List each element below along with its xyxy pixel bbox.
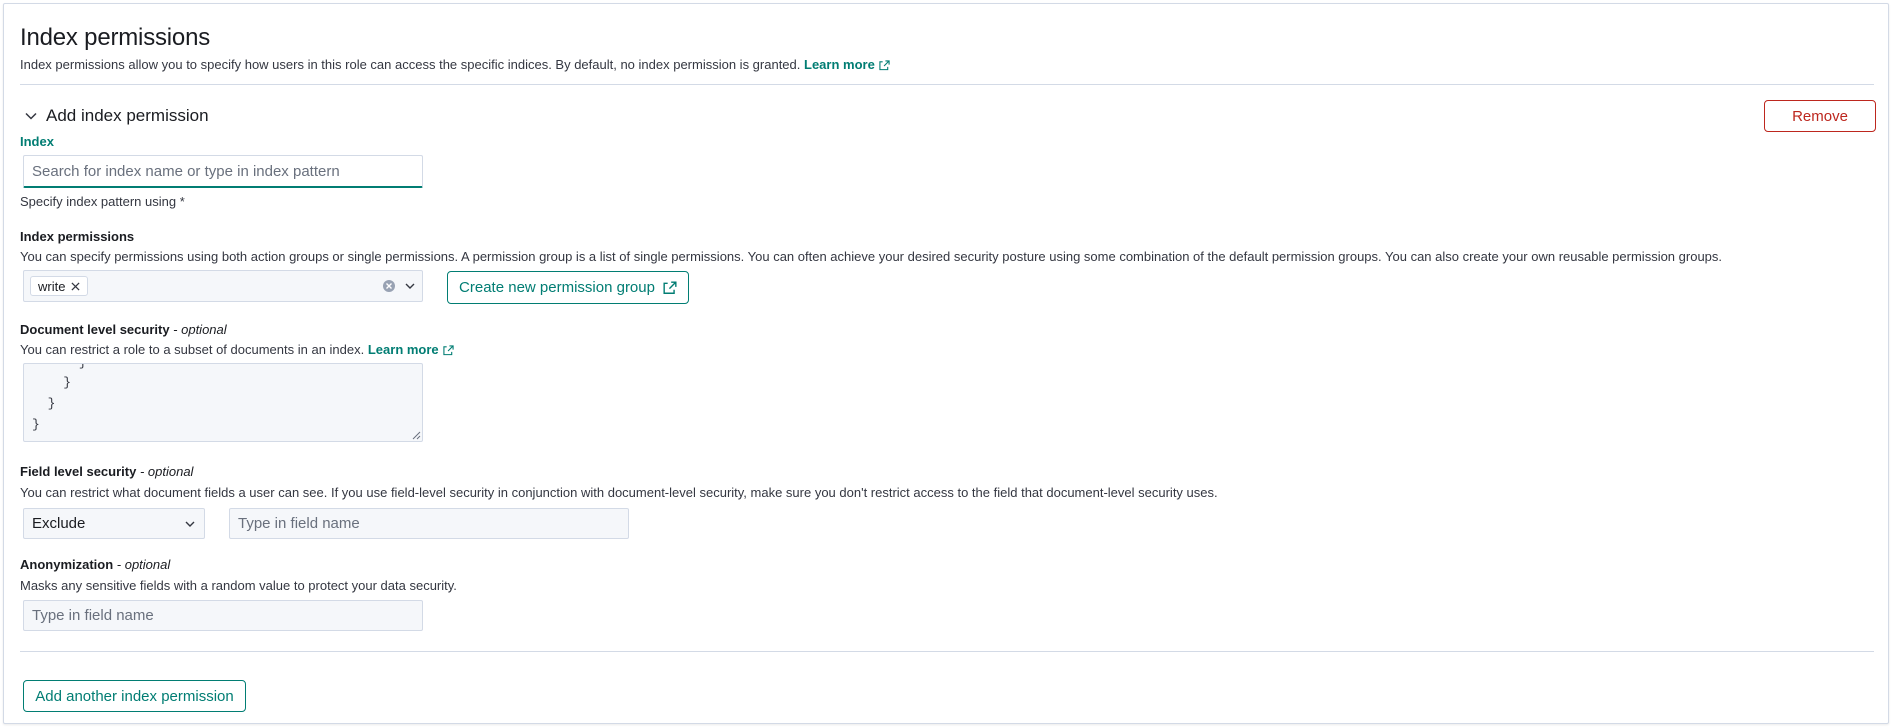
external-link-icon bbox=[879, 60, 890, 71]
dls-label: Document level security - optional bbox=[20, 322, 227, 337]
clear-icon[interactable] bbox=[382, 279, 396, 293]
footer-divider bbox=[20, 651, 1874, 652]
index-search-input[interactable]: Search for index name or type in index p… bbox=[23, 155, 423, 188]
add-another-index-permission-button[interactable]: Add another index permission bbox=[23, 680, 246, 712]
chevron-down-icon bbox=[25, 112, 37, 120]
external-link-icon bbox=[443, 345, 454, 356]
fls-description: You can restrict what document fields a … bbox=[20, 485, 1218, 500]
dls-query-editor[interactable]: } } } } bbox=[23, 363, 423, 442]
learn-more-link[interactable]: Learn more bbox=[804, 57, 890, 72]
remove-pill-icon[interactable] bbox=[71, 281, 80, 291]
dls-learn-more-label: Learn more bbox=[367, 342, 439, 357]
index-permissions-label: Index permissions bbox=[20, 229, 135, 244]
anonymization-label: Anonymization - optional bbox=[20, 557, 170, 572]
permission-pill-label: write bbox=[38, 278, 66, 294]
code-line: } bbox=[32, 364, 87, 370]
remove-button[interactable]: Remove bbox=[1764, 100, 1876, 132]
fls-field-input[interactable]: Type in field name bbox=[229, 508, 629, 539]
section-description-text: Index permissions allow you to specify h… bbox=[20, 57, 801, 72]
index-permissions-panel: Index permissions Index permissions allo… bbox=[3, 3, 1889, 724]
fls-mode-select[interactable]: Exclude bbox=[23, 508, 205, 539]
index-label: Index bbox=[20, 134, 54, 149]
dls-optional: - optional bbox=[169, 322, 227, 337]
code-line: } bbox=[32, 396, 56, 411]
accordion-title: Add index permission bbox=[46, 106, 209, 125]
fls-optional: - optional bbox=[136, 464, 194, 479]
permission-pill: write bbox=[30, 276, 89, 296]
fls-field-placeholder: Type in field name bbox=[238, 515, 360, 532]
index-search-placeholder: Search for index name or type in index p… bbox=[32, 162, 340, 180]
permissions-combobox[interactable]: write bbox=[23, 270, 423, 302]
chevron-down-icon[interactable] bbox=[404, 280, 416, 292]
external-link-icon bbox=[663, 280, 677, 294]
fls-label: Field level security - optional bbox=[20, 464, 193, 479]
anonymization-field-input[interactable]: Type in field name bbox=[23, 600, 423, 631]
anonymization-optional: - optional bbox=[113, 557, 171, 572]
dls-learn-more-link[interactable]: Learn more bbox=[368, 342, 454, 357]
dls-description-text: You can restrict a role to a subset of d… bbox=[20, 342, 365, 357]
index-permissions-description: You can specify permissions using both a… bbox=[20, 249, 1723, 264]
learn-more-label: Learn more bbox=[804, 57, 875, 72]
page-title: Index permissions bbox=[20, 24, 211, 51]
dls-description: You can restrict a role to a subset of d… bbox=[20, 342, 454, 357]
index-help-text: Specify index pattern using * bbox=[20, 194, 185, 209]
anonymization-field-placeholder: Type in field name bbox=[32, 607, 154, 624]
code-line: } bbox=[32, 375, 72, 390]
section-description: Index permissions allow you to specify h… bbox=[20, 57, 890, 72]
code-line: } bbox=[32, 417, 40, 432]
create-permission-group-button[interactable]: Create new permission group bbox=[447, 271, 689, 304]
fls-mode-value: Exclude bbox=[32, 515, 86, 532]
create-permission-group-label: Create new permission group bbox=[459, 279, 655, 296]
chevron-down-icon bbox=[185, 521, 195, 527]
resize-handle-icon[interactable] bbox=[412, 431, 421, 440]
anonymization-description: Masks any sensitive fields with a random… bbox=[20, 578, 457, 593]
fls-label-text: Field level security bbox=[20, 464, 137, 479]
section-divider bbox=[20, 84, 1874, 85]
accordion-toggle[interactable]: Add index permission bbox=[24, 106, 209, 126]
anonymization-label-text: Anonymization bbox=[20, 557, 114, 572]
dls-label-text: Document level security bbox=[20, 322, 170, 337]
